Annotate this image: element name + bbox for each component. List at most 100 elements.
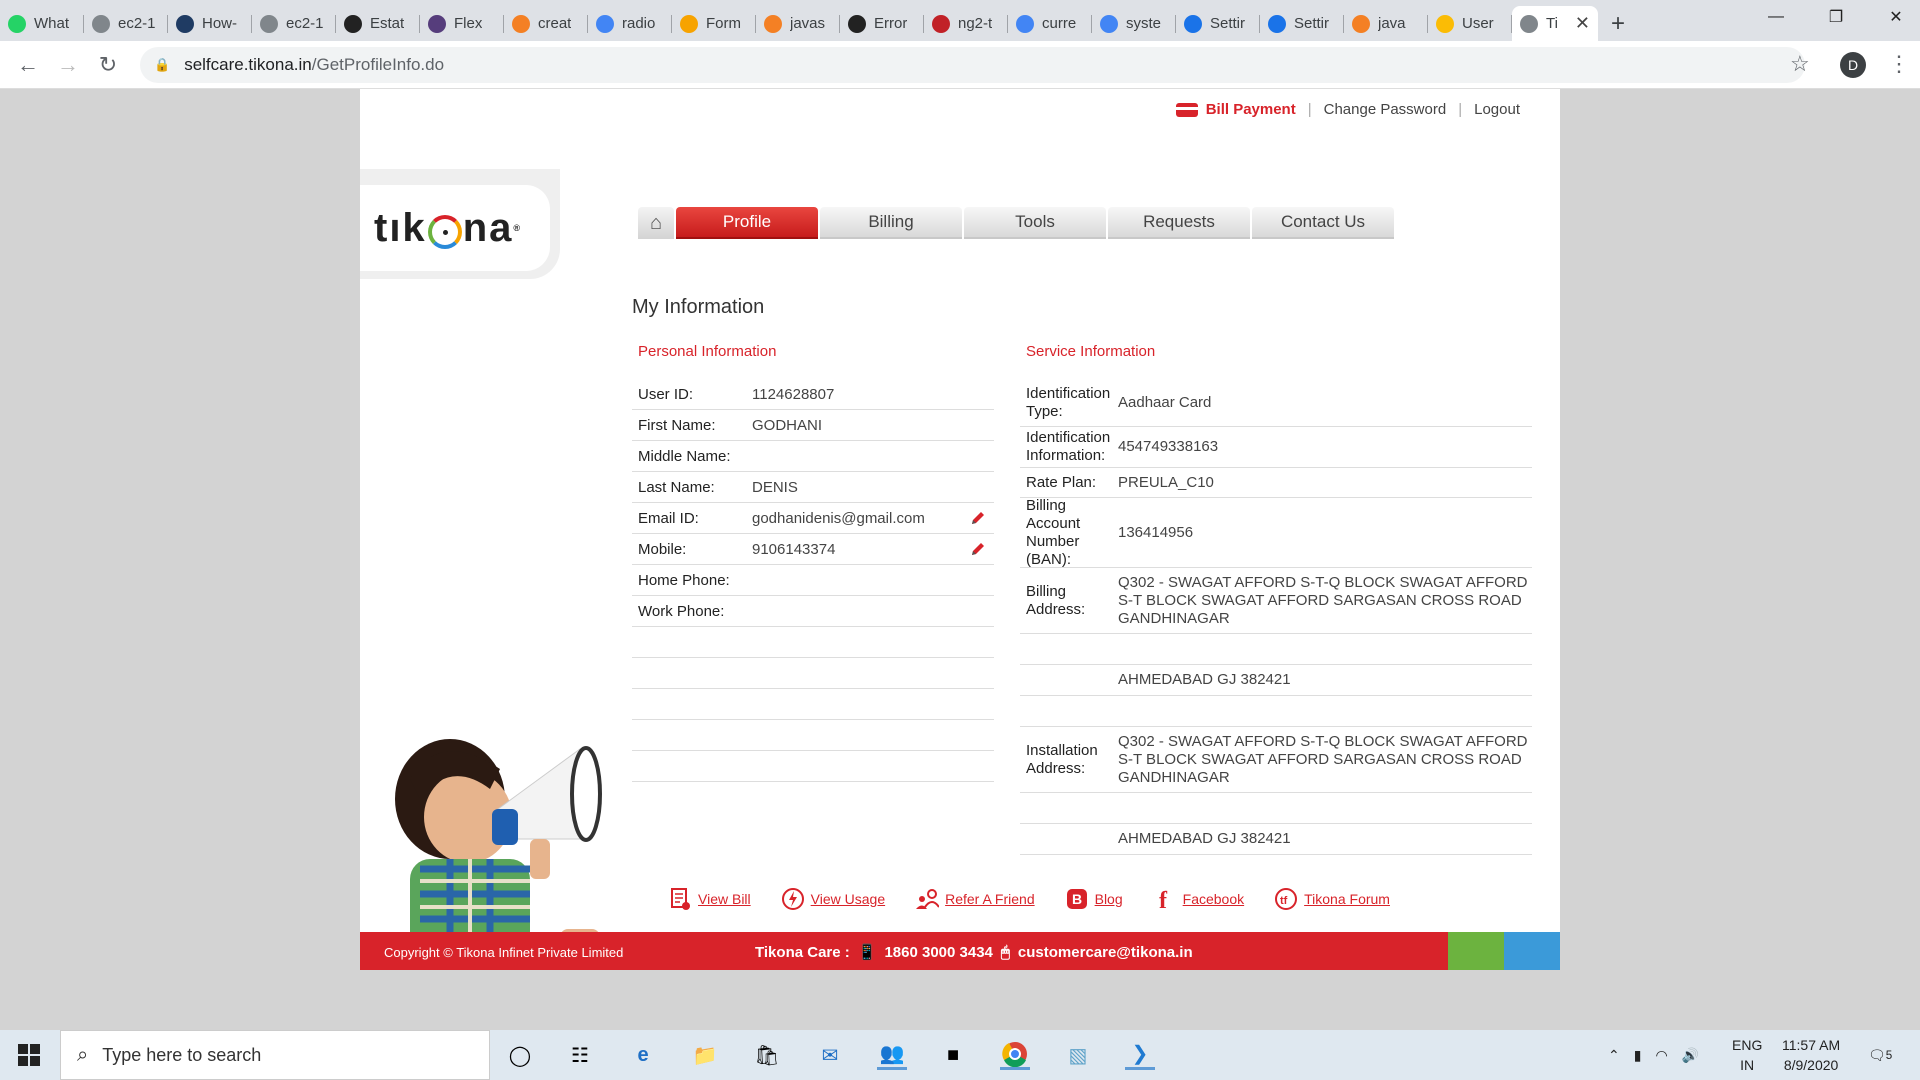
vscode-icon[interactable]: ❯ [1125,1040,1155,1070]
bookmark-star-icon[interactable]: ☆ [1790,51,1810,77]
close-window-icon[interactable]: ✕ [1866,0,1920,34]
care-email[interactable]: customercare@tikona.in [1018,944,1193,961]
home-icon[interactable]: ⌂ [638,207,674,239]
reload-icon[interactable]: ↻ [94,51,122,79]
tab-tools[interactable]: Tools [964,207,1106,239]
wifi-icon[interactable]: ◠ [1655,1047,1667,1064]
task-view-icon[interactable]: ☷ [565,1040,595,1070]
browser-tab[interactable]: java [1344,6,1428,41]
browser-tab[interactable]: radio [588,6,672,41]
edit-pencil-icon[interactable] [970,541,986,557]
card-icon [1175,102,1198,117]
browser-tab[interactable]: Settir [1176,6,1260,41]
tab-favicon-icon [92,14,110,33]
file-explorer-icon[interactable]: 📁 [690,1040,720,1070]
minimize-icon[interactable]: — [1746,0,1806,34]
field-label: Home Phone: [638,571,730,589]
language-indicator[interactable]: ENG IN [1732,1030,1762,1080]
tab-label: javas [790,15,826,32]
table-row: Identification Information: 454749338163 [1020,427,1532,468]
browser-tab[interactable]: syste [1092,6,1176,41]
browser-tab-active[interactable]: Ti ✕ [1512,6,1598,41]
tab-favicon-icon [428,14,446,33]
browser-tab[interactable]: ec2-1 [252,6,336,41]
close-tab-icon[interactable]: ✕ [1575,13,1590,34]
clock-time: 11:57 AM [1782,1037,1841,1053]
field-label: Installation Address: [1026,741,1098,777]
tab-billing[interactable]: Billing [820,207,962,239]
clock[interactable]: 11:57 AM 8/9/2020 [1782,1030,1840,1080]
footer-links: View Bill View Usage Refer A Friend B Blo… [668,887,1420,911]
address-bar[interactable]: 🔒 selfcare.tikona.in/GetProfileInfo.do [140,47,1805,83]
browser-tab[interactable]: Error [840,6,924,41]
tab-profile[interactable]: Profile [676,207,818,239]
copyright-text: Copyright © Tikona Infinet Private Limit… [384,945,624,960]
field-label: User ID: [638,385,694,403]
tab-label: Flex [454,15,483,32]
svg-text:tf: tf [1280,895,1288,907]
edge-icon[interactable]: e [628,1040,658,1070]
teams-icon[interactable]: 👥 [877,1040,907,1070]
cortana-icon[interactable]: ◯ [505,1040,535,1070]
windows-start-icon[interactable] [18,1044,40,1066]
tab-label: java [1378,15,1406,32]
table-row [1020,696,1532,727]
browser-tab[interactable]: How- [168,6,252,41]
field-value: PREULA_C10 [1118,473,1214,491]
logout-link[interactable]: Logout [1474,101,1520,118]
refer-friend-icon [915,887,940,911]
browser-tab[interactable]: javas [756,6,840,41]
tikona-forum-link[interactable]: tf Tikona Forum [1274,887,1390,911]
footer-bar: Copyright © Tikona Infinet Private Limit… [360,932,1560,970]
terminal-icon[interactable]: ■ [938,1040,968,1070]
back-icon[interactable]: ← [14,51,42,79]
page-container: Bill Payment | Change Password | Logout … [360,89,1560,970]
view-bill-link[interactable]: View Bill [668,887,751,911]
bill-payment-link[interactable]: Bill Payment [1175,101,1296,118]
browser-tab[interactable]: curre [1008,6,1092,41]
tikona-logo[interactable]: tık na ® [360,185,550,271]
notification-icon[interactable]: 🗨 5 [1868,1030,1892,1080]
tab-requests[interactable]: Requests [1108,207,1250,239]
field-value: Aadhaar Card [1118,393,1212,411]
tikona-forum-label: Tikona Forum [1304,891,1390,907]
app-icon[interactable]: ▧ [1063,1040,1093,1070]
taskbar-search[interactable]: ⌕ Type here to search [60,1030,490,1080]
field-label: Billing Address: [1026,582,1086,618]
change-password-link[interactable]: Change Password [1324,101,1447,118]
forward-icon[interactable]: → [54,51,82,79]
refer-friend-link[interactable]: Refer A Friend [915,887,1035,911]
tab-label: curre [1042,15,1077,32]
browser-tab[interactable]: What [0,6,84,41]
battery-icon[interactable]: ▮ [1634,1047,1642,1064]
care-phone: 1860 3000 3434 [884,943,993,961]
new-tab-icon[interactable]: + [1598,6,1638,41]
browser-tab[interactable]: creat [504,6,588,41]
personal-info-heading: Personal Information [638,343,777,360]
volume-icon[interactable]: 🔊 [1682,1047,1699,1064]
browser-tab[interactable]: Estat [336,6,420,41]
tab-favicon-icon [344,14,362,33]
chevron-up-icon[interactable]: ⌃ [1608,1047,1620,1064]
browser-tab[interactable]: User [1428,6,1512,41]
mail-icon[interactable]: ✉ [815,1040,845,1070]
browser-tab[interactable]: Form [672,6,756,41]
maximize-icon[interactable]: ❐ [1806,0,1866,34]
browser-menu-icon[interactable]: ⋮ [1888,51,1910,77]
table-row: Work Phone: [632,596,994,627]
browser-tab[interactable]: ng2-t [924,6,1008,41]
store-icon[interactable]: 🛍 [752,1040,782,1070]
mouse-icon: 🖱 [1000,943,1010,961]
care-label: Tikona Care : [755,943,850,961]
browser-tab[interactable]: ec2-1 [84,6,168,41]
browser-tab[interactable]: Flex [420,6,504,41]
profile-avatar[interactable]: D [1840,52,1866,78]
field-value: AHMEDABAD GJ 382421 [1118,671,1291,688]
edit-pencil-icon[interactable] [970,510,986,526]
view-usage-link[interactable]: View Usage [781,887,885,911]
tab-contact-us[interactable]: Contact Us [1252,207,1394,239]
blog-link[interactable]: B Blog [1065,887,1123,911]
browser-tab[interactable]: Settir [1260,6,1344,41]
chrome-icon[interactable] [1000,1040,1030,1070]
facebook-link[interactable]: f Facebook [1153,887,1244,911]
